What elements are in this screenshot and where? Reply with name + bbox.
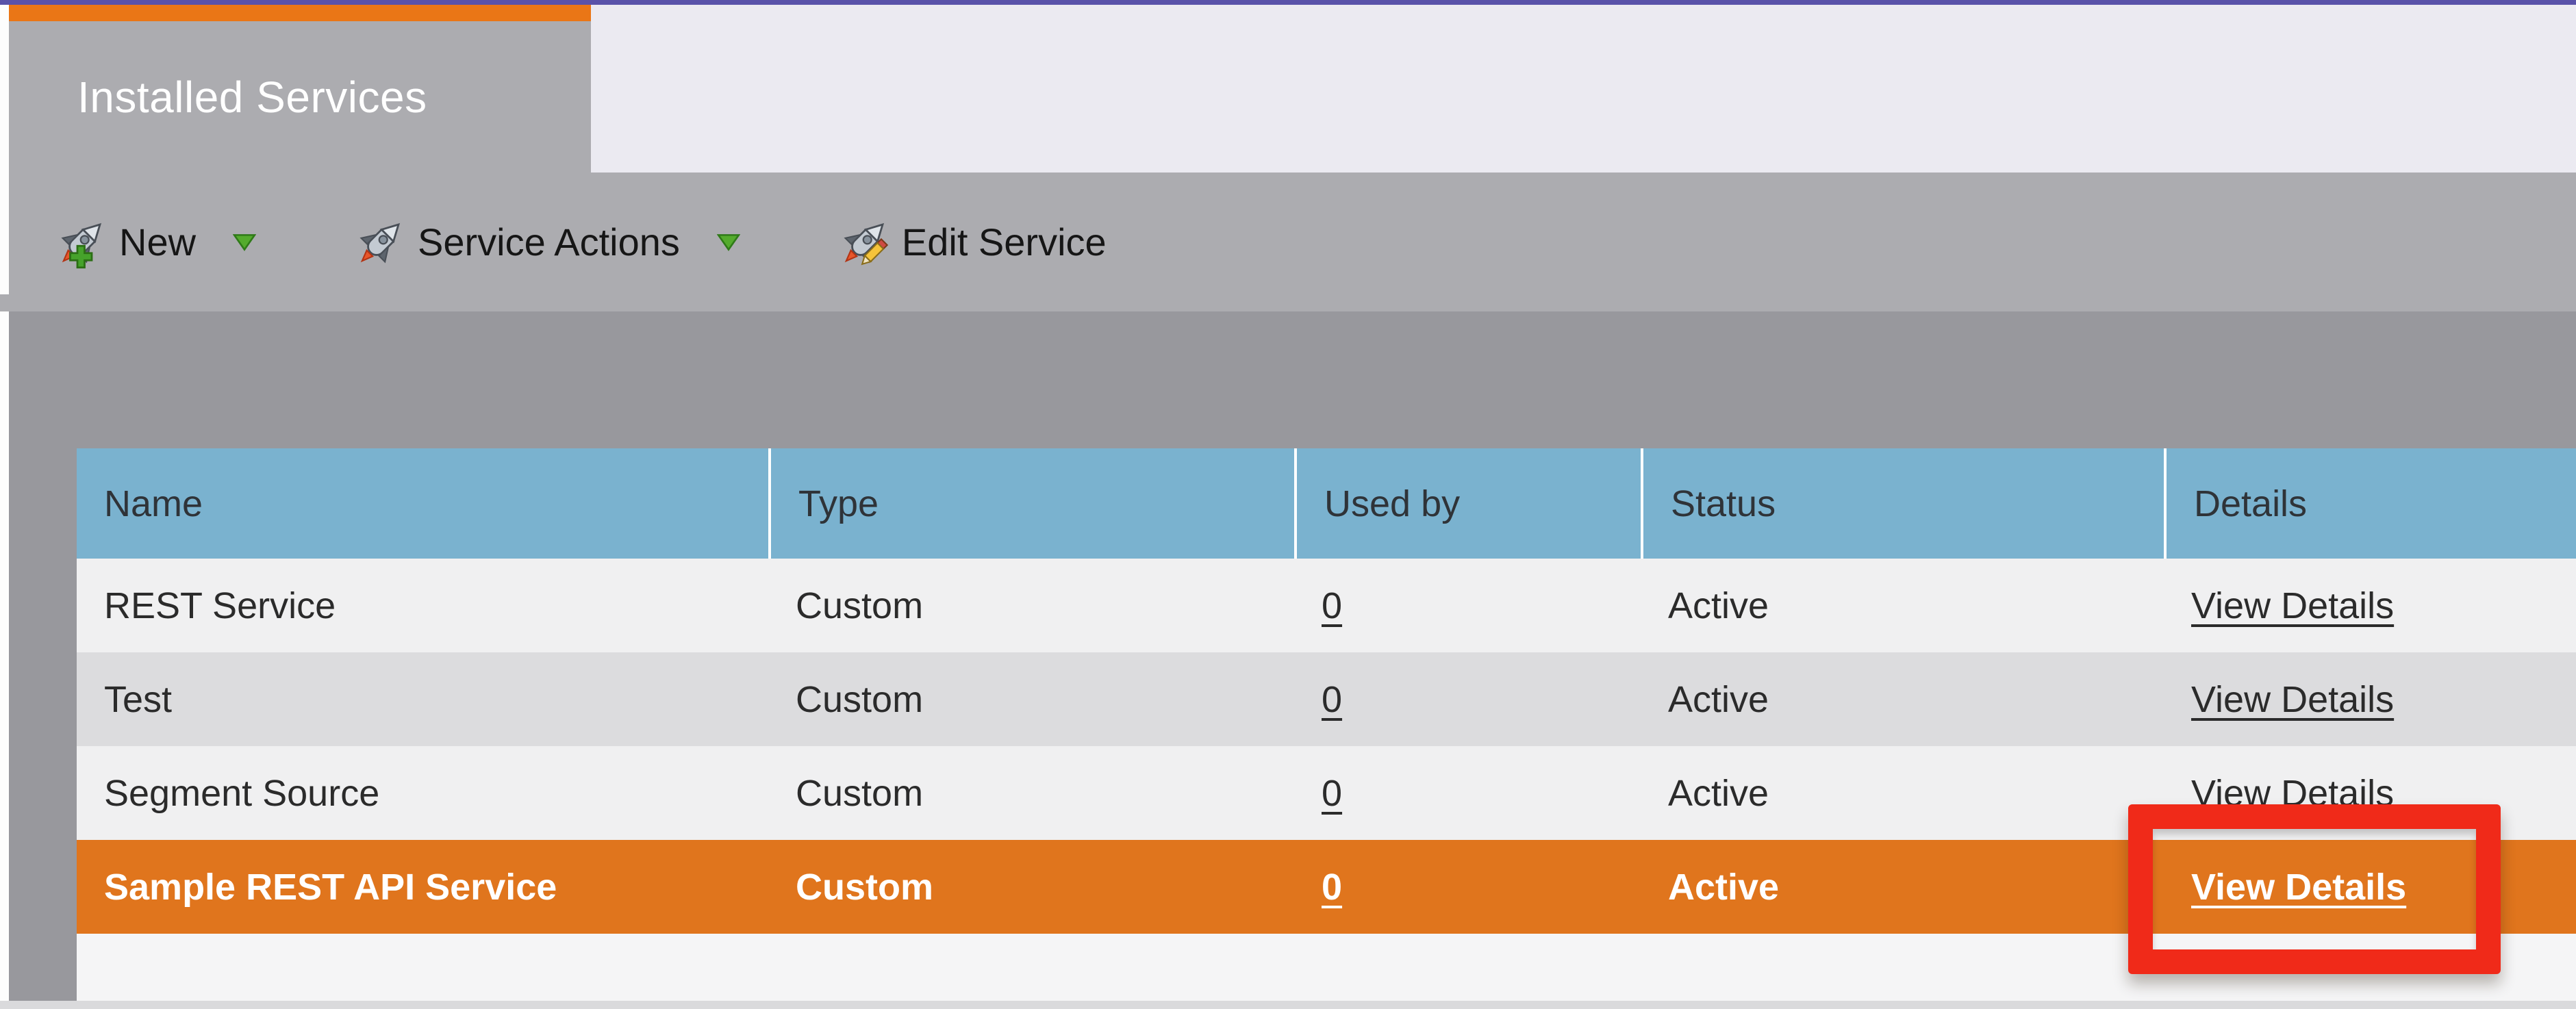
cell-name: Sample REST API Service [104, 866, 557, 908]
used-by-count-link[interactable]: 0 [1322, 772, 1342, 815]
bottom-strip [0, 1001, 2576, 1009]
rocket-edit-icon [844, 222, 889, 265]
cell-used-by: 0 [1294, 840, 1641, 934]
cell-type: Custom [796, 772, 924, 814]
used-by-count-link[interactable]: 0 [1322, 678, 1342, 721]
dropdown-caret-icon [233, 233, 257, 251]
cell-status: Active [1668, 678, 1769, 720]
view-details-link[interactable]: View Details [2191, 585, 2394, 627]
new-button[interactable]: New [53, 214, 257, 271]
page-left-gutter [0, 311, 9, 1001]
view-details-link[interactable]: View Details [2191, 678, 2394, 721]
rocket-add-icon [61, 222, 102, 268]
cell-status: Active [1668, 866, 1780, 908]
cell-used-by: 0 [1294, 746, 1641, 840]
cell-details: View Details [2164, 652, 2576, 746]
column-header-status[interactable]: Status [1641, 448, 2164, 559]
table-row[interactable]: REST Service Custom 0 Active View Detail… [77, 559, 2576, 652]
cell-type: Custom [796, 585, 924, 626]
toolbar: New Service Actions Edit Service [0, 173, 2576, 311]
table-row[interactable]: Test Custom 0 Active View Details [77, 652, 2576, 746]
cell-name: REST Service [104, 585, 336, 626]
tab-installed-services[interactable]: Installed Services [9, 5, 591, 173]
service-actions-button[interactable]: Service Actions [352, 214, 740, 271]
cell-name: Test [104, 678, 173, 720]
annotation-red-box [2128, 804, 2501, 974]
cell-used-by: 0 [1294, 652, 1641, 746]
used-by-count-link[interactable]: 0 [1322, 866, 1342, 908]
column-header-used-by[interactable]: Used by [1294, 448, 1641, 559]
cell-name: Segment Source [104, 772, 380, 814]
page-left-gutter [0, 5, 9, 294]
new-button-label: New [119, 220, 197, 264]
service-actions-button-label: Service Actions [418, 220, 680, 264]
dropdown-caret-icon [716, 233, 740, 251]
cell-type: Custom [796, 866, 933, 908]
edit-service-button-label: Edit Service [901, 220, 1107, 264]
table-header-row: Name Type Used by Status Details [77, 448, 2576, 559]
cell-status: Active [1668, 585, 1769, 626]
top-accent-bar [0, 0, 2576, 5]
column-header-name[interactable]: Name [77, 448, 768, 559]
column-header-details[interactable]: Details [2164, 448, 2576, 559]
tab-label: Installed Services [77, 72, 427, 122]
cell-details: View Details [2164, 559, 2576, 652]
cell-type: Custom [796, 678, 924, 720]
screen: Installed Services New Service Actions E… [0, 0, 2576, 1009]
column-header-type[interactable]: Type [768, 448, 1294, 559]
rocket-icon [359, 222, 401, 264]
tab-accent [9, 5, 591, 21]
cell-status: Active [1668, 772, 1769, 814]
edit-service-button[interactable]: Edit Service [836, 214, 1107, 271]
used-by-count-link[interactable]: 0 [1322, 585, 1342, 627]
tab-strip: Installed Services [0, 5, 2576, 173]
cell-used-by: 0 [1294, 559, 1641, 652]
